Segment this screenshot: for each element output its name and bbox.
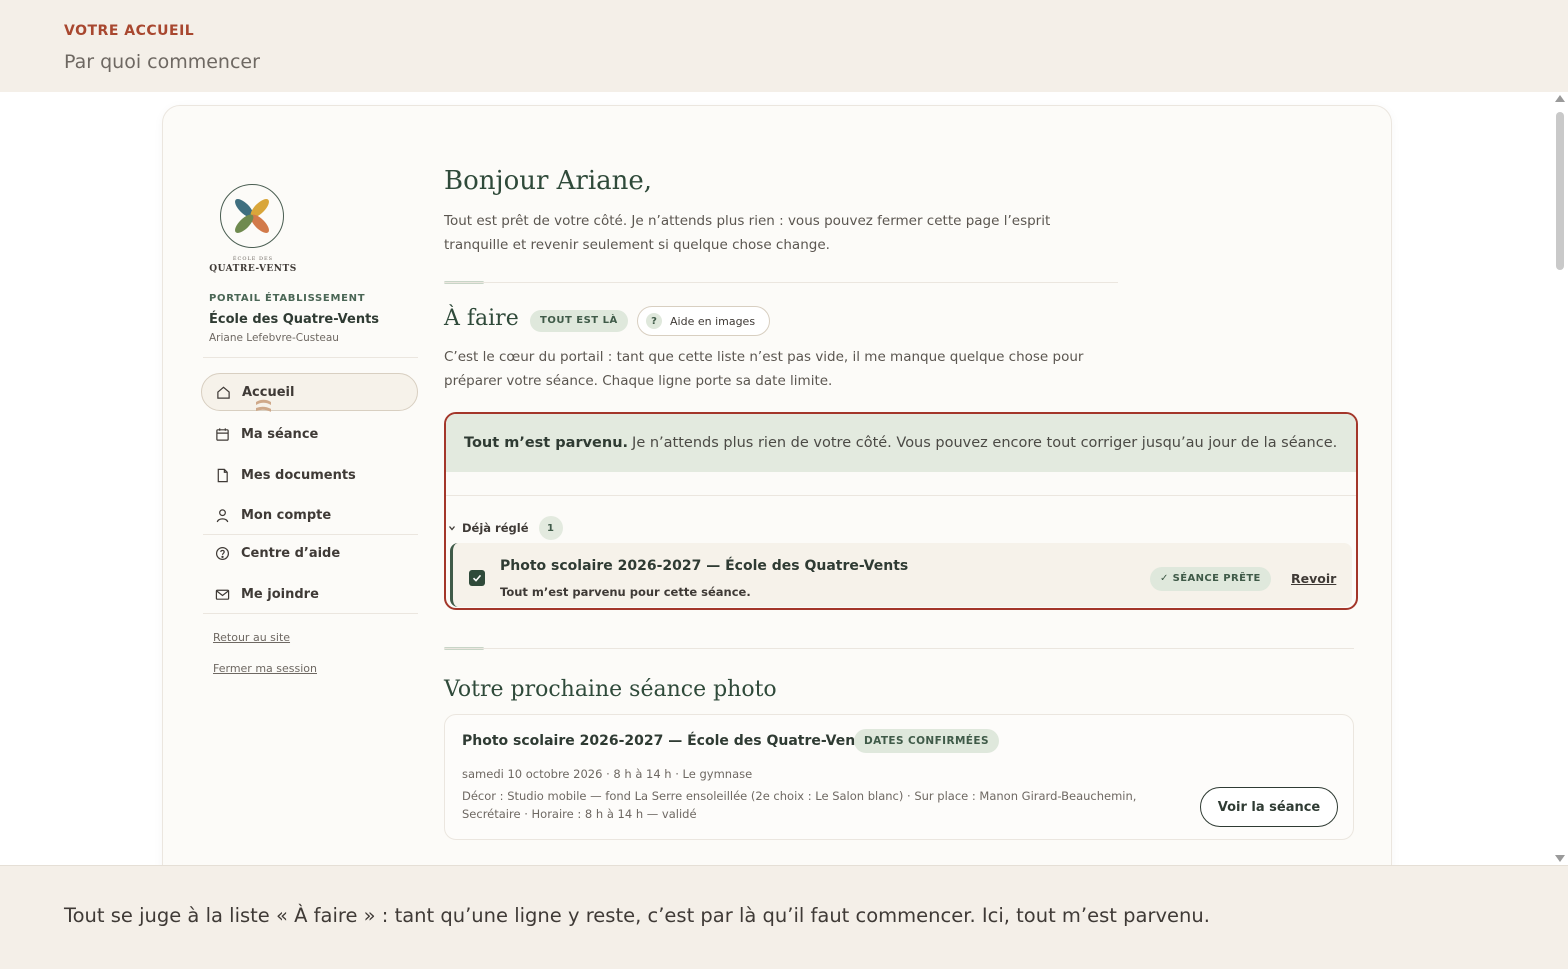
view-session-button[interactable]: Voir la séance: [1200, 787, 1338, 827]
header-band: VOTRE ACCUEIL Par quoi commencer: [0, 0, 1568, 92]
scroll-up-icon[interactable]: [1555, 95, 1565, 102]
sidebar-item-label: Mon compte: [241, 507, 332, 523]
hand-drawn-underline: [256, 399, 271, 412]
sidebar-item-label: Centre d’aide: [241, 545, 341, 561]
calendar-icon: [216, 427, 229, 441]
document-icon: [217, 468, 228, 482]
pinwheel-logo-icon: [235, 199, 269, 233]
session-ready-badge: ✓ SÉANCE PRÊTE: [1150, 567, 1271, 591]
sidebar-item-mes-documents[interactable]: Mes documents: [201, 456, 418, 494]
next-session-title: Votre prochaine séance photo: [444, 677, 777, 702]
todo-title: À faire: [444, 306, 519, 331]
back-to-site-link[interactable]: Retour au site: [213, 631, 290, 644]
dates-confirmed-badge: DATES CONFIRMÉES: [854, 729, 999, 753]
item-checkbox[interactable]: [469, 570, 485, 586]
sidebar-item-accueil[interactable]: Accueil: [201, 373, 418, 412]
banner-strong: Tout m’est parvenu.: [464, 435, 629, 451]
caption-band: Tout se juge à la liste « À faire » : ta…: [0, 865, 1568, 969]
sidebar-item-label: Ma séance: [241, 426, 319, 442]
sidebar-item-label: Accueil: [242, 384, 295, 400]
sidebar-item-me-joindre[interactable]: Me joindre: [201, 575, 418, 613]
school-name: École des Quatre-Vents: [209, 312, 380, 327]
sidebar-divider: [203, 357, 418, 358]
school-logo[interactable]: [220, 184, 284, 248]
section-rule: [444, 648, 1354, 649]
session-card: Photo scolaire 2026-2027 — École des Qua…: [444, 714, 1354, 840]
mail-icon: [215, 589, 230, 600]
sidebar-item-label: Me joindre: [241, 586, 319, 602]
panel-divider: [446, 495, 1356, 496]
todo-list-panel: Tout m’est parvenu. Je n’attends plus ri…: [444, 412, 1358, 610]
item-title: Photo scolaire 2026-2027 — École des Qua…: [500, 558, 909, 574]
banner-text: Je n’attends plus rien de votre côté. Vo…: [632, 435, 1338, 451]
help-images-button[interactable]: ? Aide en images: [637, 306, 771, 336]
page-title: Bonjour Ariane,: [444, 166, 653, 196]
logo-school-name: QUATRE-VENTS: [209, 264, 297, 274]
intro-text: Tout est prêt de votre côté. Je n’attend…: [444, 213, 1051, 253]
scrollbar[interactable]: [1552, 92, 1568, 865]
portal-card: ÉCOLE DES QUATRE-VENTS PORTAIL ÉTABLISSE…: [162, 105, 1392, 865]
portal-label: PORTAIL ÉTABLISSEMENT: [209, 293, 366, 304]
logo-caption: ÉCOLE DES: [232, 256, 274, 262]
scroll-thumb[interactable]: [1556, 112, 1564, 270]
session-card-title: Photo scolaire 2026-2027 — École des Qua…: [462, 733, 871, 749]
status-badge: TOUT EST LÀ: [530, 310, 628, 332]
item-subtitle: Tout m’est parvenu pour cette séance.: [500, 585, 751, 599]
question-icon: ?: [646, 313, 662, 329]
user-icon: [216, 508, 229, 522]
chevron-down-icon: [449, 526, 455, 531]
logout-link[interactable]: Fermer ma session: [213, 662, 317, 675]
session-date: samedi 10 octobre 2026 · 8 h à 14 h · Le…: [462, 767, 753, 781]
list-item: Photo scolaire 2026-2027 — École des Qua…: [450, 543, 1352, 607]
help-circle-icon: [215, 546, 230, 560]
todo-description: C’est le cœur du portail : tant que cett…: [444, 349, 1084, 389]
all-received-banner: Tout m’est parvenu. Je n’attends plus ri…: [446, 414, 1356, 472]
band-eyebrow: VOTRE ACCUEIL: [64, 23, 195, 39]
sidebar-item-mon-compte[interactable]: Mon compte: [201, 496, 418, 534]
section-rule: [444, 282, 1118, 283]
scroll-down-icon[interactable]: [1555, 855, 1565, 862]
caption-text: Tout se juge à la liste « À faire » : ta…: [64, 904, 1210, 927]
band-subtitle: Par quoi commencer: [64, 51, 260, 73]
browser-viewport: ÉCOLE DES QUATRE-VENTS PORTAIL ÉTABLISSE…: [0, 92, 1568, 865]
settled-count-badge: 1: [538, 516, 563, 540]
check-icon: [472, 574, 482, 582]
sidebar-divider: [203, 613, 418, 614]
settled-label: Déjà réglé: [462, 521, 529, 535]
sidebar-item-centre-aide[interactable]: Centre d’aide: [201, 534, 418, 572]
settled-toggle[interactable]: Déjà réglé 1: [448, 516, 563, 540]
user-name: Ariane Lefebvre-Custeau: [209, 332, 339, 344]
review-link[interactable]: Revoir: [1291, 571, 1336, 586]
session-details: Décor : Studio mobile — fond La Serre en…: [462, 789, 1137, 821]
home-icon: [217, 386, 230, 399]
sidebar-item-label: Mes documents: [241, 467, 356, 483]
help-images-label: Aide en images: [670, 314, 756, 328]
sidebar-item-ma-seance[interactable]: Ma séance: [201, 415, 418, 453]
